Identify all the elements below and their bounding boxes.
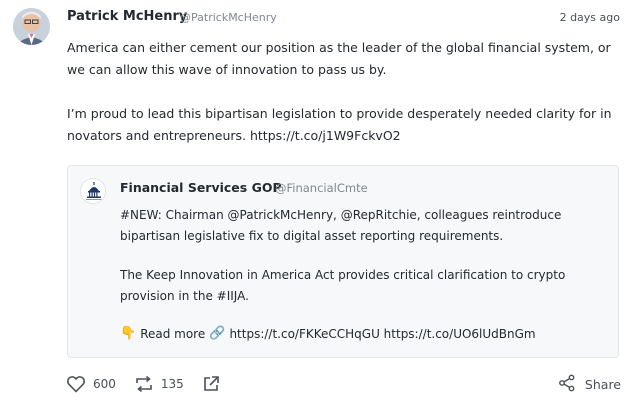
external-link-icon (202, 375, 220, 393)
post-line: we can allow this wave of innovation to … (67, 62, 387, 77)
quoted-author-avatar[interactable] (80, 178, 106, 204)
retweet-button[interactable]: 135 (134, 375, 184, 393)
action-bar: 600 135 Share (66, 373, 621, 395)
quoted-author-handle[interactable]: @FinancialCmte (275, 181, 368, 195)
quoted-links-line: 👇 Read more 🔗 https://t.co/FKKeCCHqGU ht… (120, 326, 536, 341)
quoted-author-name[interactable]: Financial Services GOP (120, 180, 282, 195)
pointing-down-emoji: 👇 (120, 326, 137, 341)
quoted-line: bipartisan legislative fix to digital as… (120, 228, 504, 243)
quoted-post[interactable]: Financial Services GOP @FinancialCmte #N… (67, 165, 619, 358)
author-name[interactable]: Patrick McHenry (67, 9, 187, 24)
quoted-body: #NEW: Chairman @PatrickMcHenry, @RepRitc… (120, 205, 612, 306)
open-external-button[interactable] (202, 375, 220, 393)
author-avatar[interactable] (13, 8, 50, 45)
quoted-line: #NEW: Chairman @PatrickMcHenry, @RepRitc… (120, 208, 562, 222)
like-button[interactable]: 600 (66, 375, 116, 393)
post-timestamp[interactable]: 2 days ago (560, 11, 620, 24)
author-handle[interactable]: @PatrickMcHenry (180, 11, 277, 24)
post-line: I’m proud to lead this bipartisan legisl… (67, 106, 612, 121)
post-line: novators and entrepreneurs. https://t.co… (67, 128, 401, 143)
like-count: 600 (93, 377, 116, 391)
share-label: Share (584, 376, 621, 392)
quoted-line: The Keep Innovation in America Act provi… (120, 268, 566, 282)
link-emoji: 🔗 (209, 326, 226, 341)
quoted-links[interactable]: https://t.co/FKKeCCHqGU https://t.co/UO6… (229, 327, 535, 341)
post-body: America can either cement our position a… (67, 37, 627, 147)
read-more-label: Read more (140, 326, 206, 341)
quoted-line: provision in the #IIJA. (120, 288, 249, 303)
retweet-icon (134, 375, 154, 393)
share-button[interactable]: Share (558, 373, 621, 395)
retweet-count: 135 (160, 377, 184, 391)
heart-icon (66, 375, 86, 393)
post-line: America can either cement our position a… (67, 40, 611, 55)
share-icon (558, 374, 576, 395)
